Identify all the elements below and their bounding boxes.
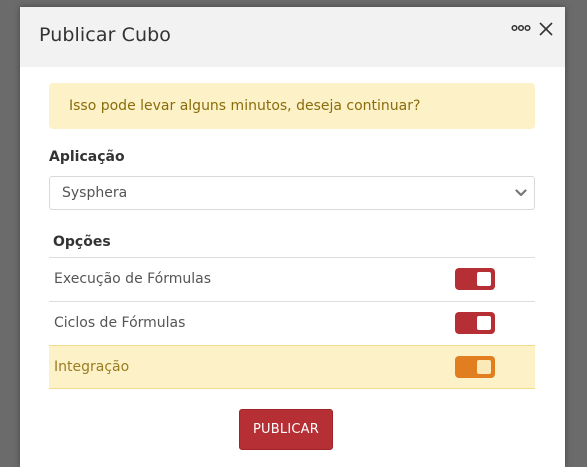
dialog-title: Publicar Cubo bbox=[39, 24, 172, 46]
application-select-value: Sysphera bbox=[62, 185, 128, 201]
option-row-formula-cycles: Ciclos de Fórmulas bbox=[49, 301, 535, 345]
publish-button[interactable]: PUBLICAR bbox=[239, 409, 333, 450]
publish-cube-dialog: Publicar Cubo Isso pode levar alguns min… bbox=[20, 7, 565, 467]
option-row-integration: Integração bbox=[49, 345, 535, 389]
application-select[interactable]: Sysphera bbox=[49, 176, 535, 210]
dialog-header: Publicar Cubo bbox=[20, 7, 565, 67]
toggle-knob bbox=[477, 272, 491, 286]
alert-message: Isso pode levar alguns minutos, deseja c… bbox=[69, 98, 421, 114]
formula-cycles-toggle[interactable] bbox=[455, 312, 495, 334]
integration-toggle[interactable] bbox=[455, 356, 495, 378]
chevron-down-icon bbox=[515, 189, 527, 197]
toggle-knob bbox=[477, 360, 491, 374]
more-options-icon[interactable] bbox=[511, 23, 531, 33]
option-label: Ciclos de Fórmulas bbox=[54, 315, 186, 331]
option-label: Integração bbox=[54, 359, 130, 375]
close-icon[interactable] bbox=[538, 21, 554, 37]
toggle-knob bbox=[477, 316, 491, 330]
formula-execution-toggle[interactable] bbox=[455, 268, 495, 290]
option-row-formula-execution: Execução de Fórmulas bbox=[49, 257, 535, 301]
option-label: Execução de Fórmulas bbox=[54, 271, 212, 287]
warning-alert: Isso pode levar alguns minutos, deseja c… bbox=[49, 83, 535, 129]
application-label: Aplicação bbox=[49, 149, 125, 165]
options-label: Opções bbox=[53, 234, 111, 250]
